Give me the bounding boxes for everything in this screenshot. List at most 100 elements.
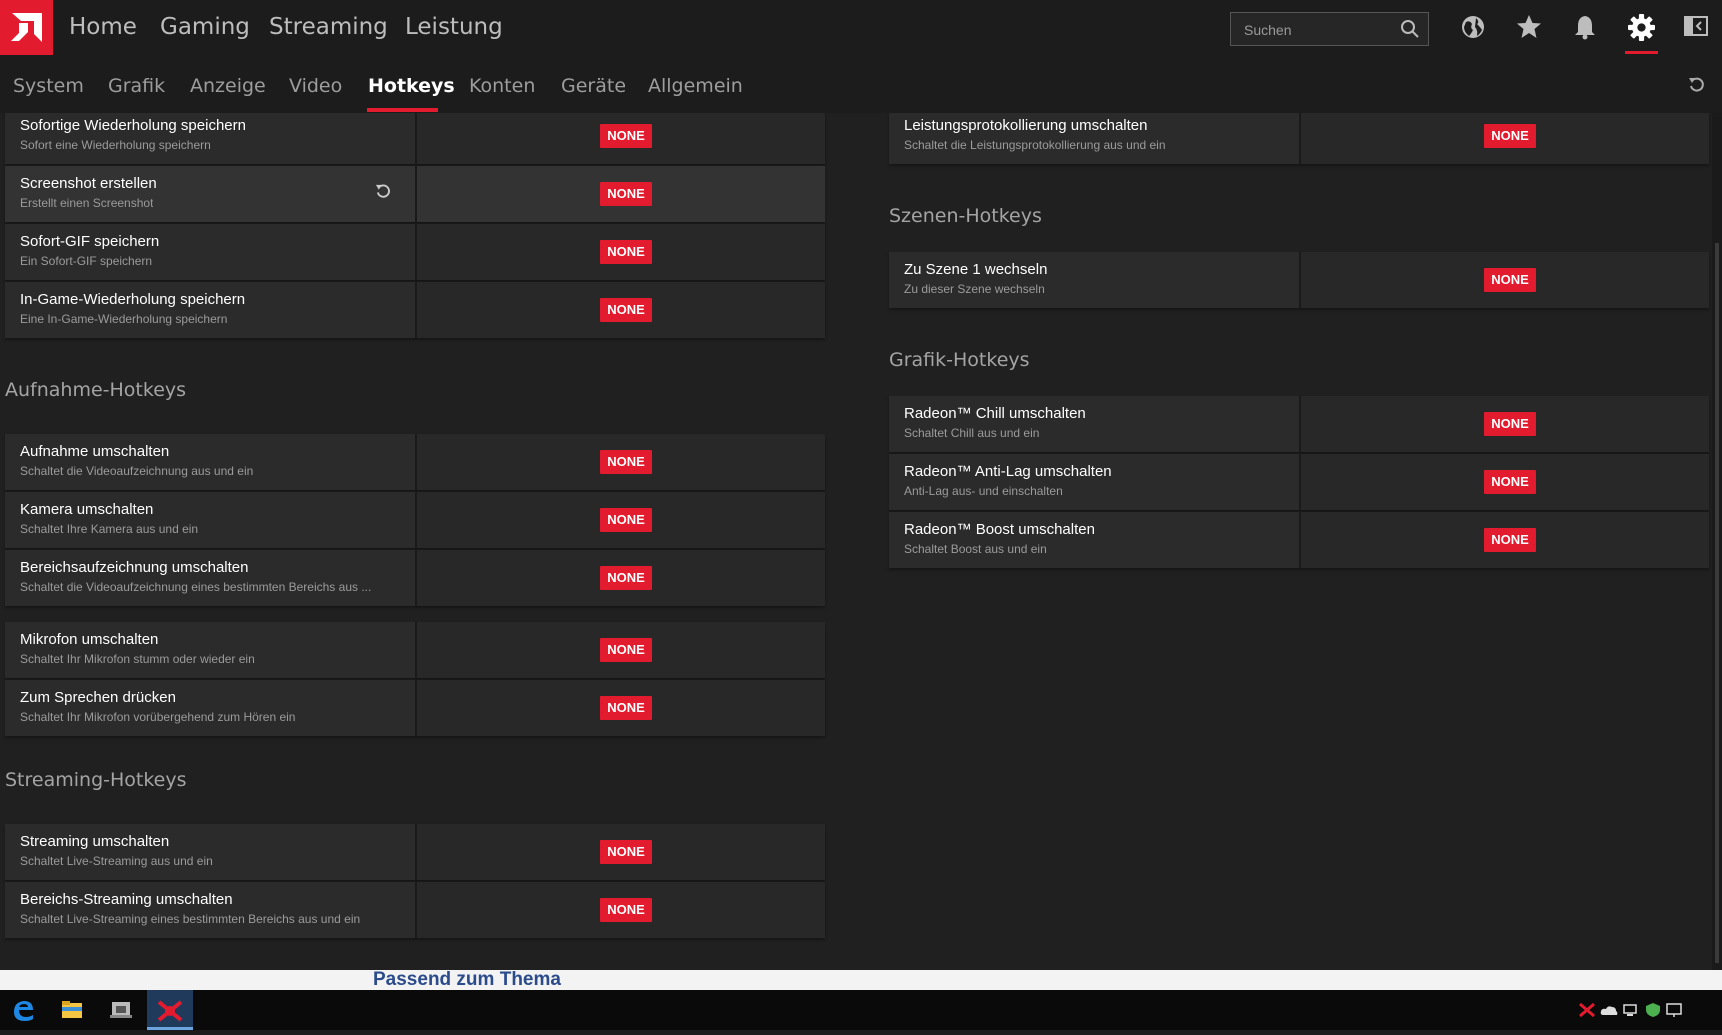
hotkey-value-badge[interactable]: NONE [600,566,652,590]
hotkey-title: Streaming umschalten [20,833,170,850]
hotkey-description: Schaltet die Leistungsprotokollierung au… [904,138,1166,152]
security-icon[interactable] [1644,1002,1662,1018]
onedrive-icon[interactable] [1600,1002,1618,1018]
gear-icon[interactable] [1628,14,1655,41]
tab-konten[interactable]: Konten [469,75,535,97]
network-icon[interactable] [1622,1002,1640,1018]
hotkey-description: Eine In-Game-Wiederholung speichern [20,312,228,326]
hotkey-value-badge[interactable]: NONE [600,124,652,148]
taskbar-app[interactable] [98,990,144,1030]
hotkey-description: Sofort eine Wiederholung speichern [20,138,211,152]
tray-radeon-icon[interactable] [1578,1002,1596,1018]
hotkey-value-badge[interactable]: NONE [600,840,652,864]
taskbar-explorer[interactable] [49,990,95,1030]
hotkey-title: Kamera umschalten [20,501,154,518]
hotkey-row[interactable]: Radeon™ Anti-Lag umschalten Anti-Lag aus-… [889,454,1709,510]
hotkey-title: Radeon™ Boost umschalten [904,521,1095,538]
amd-logo[interactable] [0,0,53,55]
hotkey-description: Zu dieser Szene wechseln [904,282,1045,296]
nav-home[interactable]: Home [69,14,137,40]
bell-icon[interactable] [1572,14,1598,40]
taskbar-edge[interactable] [0,990,46,1030]
hotkey-row[interactable]: Streaming umschalten Schaltet Live-Stream… [5,824,825,880]
hotkey-row[interactable]: In-Game-Wiederholung speichern Eine In-Ga… [5,282,825,338]
hotkeys-content: Sofortige Wiederholung speichern Sofort e… [0,113,1722,970]
search-icon[interactable] [1400,19,1420,39]
hotkey-description: Schaltet die Videoaufzeichnung eines bes… [20,580,372,594]
tab-allgemein[interactable]: Allgemein [648,75,743,97]
reset-all-icon[interactable] [1688,76,1706,94]
hotkey-value-badge[interactable]: NONE [600,898,652,922]
tab-system[interactable]: System [13,75,84,97]
hotkey-title: Radeon™ Anti-Lag umschalten [904,463,1112,480]
hotkey-row[interactable]: Leistungsprotokollierung umschalten Schal… [889,113,1709,164]
hotkey-description: Schaltet Ihr Mikrofon stumm oder wieder … [20,652,255,666]
hotkey-value-badge[interactable]: NONE [600,450,652,474]
hotkey-row[interactable]: Mikrofon umschalten Schaltet Ihr Mikrofon… [5,622,825,678]
hotkey-row[interactable]: Bereichsaufzeichnung umschalten Schaltet … [5,550,825,606]
tab-anzeige[interactable]: Anzeige [190,75,266,97]
monitor-icon[interactable] [1666,1002,1684,1018]
hotkey-description: Schaltet Chill aus und ein [904,426,1040,440]
hotkey-title: Aufnahme umschalten [20,443,170,460]
hotkey-title: Radeon™ Chill umschalten [904,405,1086,422]
tab-hotkeys[interactable]: Hotkeys [368,75,455,97]
top-navigation-bar: Home Gaming Streaming Leistung Suchen [0,0,1722,55]
hotkey-value-badge[interactable]: NONE [600,298,652,322]
tab-video[interactable]: Video [289,75,342,97]
active-tab-indicator [367,108,438,112]
hotkey-row[interactable]: Sofort-GIF speichern Ein Sofort-GIF speic… [5,224,825,280]
hotkey-row[interactable]: Screenshot erstellen Erstellt einen Scree… [5,166,825,222]
tab-geraete[interactable]: Geräte [561,75,626,97]
hotkey-value-badge[interactable]: NONE [600,240,652,264]
background-page-strip: Passend zum Thema [0,970,1722,990]
hotkey-value-badge[interactable]: NONE [1484,124,1536,148]
hotkey-title: Zu Szene 1 wechseln [904,261,1048,278]
sidebar-toggle-icon[interactable] [1684,14,1708,38]
star-icon[interactable] [1516,14,1542,40]
hotkey-row[interactable]: Zum Sprechen drücken Schaltet Ihr Mikrofo… [5,680,825,736]
hotkey-title: In-Game-Wiederholung speichern [20,291,246,308]
hotkey-value-badge[interactable]: NONE [600,696,652,720]
hotkey-description: Ein Sofort-GIF speichern [20,254,153,268]
hotkey-row[interactable]: Bereichs-Streaming umschalten Schaltet Li… [5,882,825,938]
hotkey-title: Bereichsaufzeichnung umschalten [20,559,249,576]
nav-gaming[interactable]: Gaming [160,14,250,40]
hotkey-description: Schaltet Ihre Kamera aus und ein [20,522,199,536]
background-link[interactable]: Passend zum Thema [373,970,561,990]
reset-icon[interactable] [375,183,392,200]
hotkey-row[interactable]: Zu Szene 1 wechseln Zu dieser Szene wechs… [889,252,1709,308]
hotkey-description: Erstellt einen Screenshot [20,196,154,210]
nav-streaming[interactable]: Streaming [269,14,388,40]
scrollbar[interactable] [1712,113,1722,970]
hotkey-value-badge[interactable]: NONE [1484,470,1536,494]
section-title-grafik: Grafik-Hotkeys [889,349,1030,371]
hotkey-row[interactable]: Radeon™ Boost umschalten Schaltet Boost a… [889,512,1709,568]
hotkey-value-badge[interactable]: NONE [1484,528,1536,552]
hotkey-row[interactable]: Sofortige Wiederholung speichern Sofort e… [5,113,825,164]
taskbar-radeon[interactable] [147,990,193,1030]
edge-icon [14,1001,33,1021]
hotkey-title: Sofortige Wiederholung speichern [20,117,246,134]
folder-icon [62,1001,82,1018]
scrollbar-thumb[interactable] [1715,243,1719,963]
hotkey-value-badge[interactable]: NONE [600,508,652,532]
section-title-szenen: Szenen-Hotkeys [889,205,1042,227]
nav-leistung[interactable]: Leistung [405,14,503,40]
hotkey-row[interactable]: Aufnahme umschalten Schaltet die Videoauf… [5,434,825,490]
hotkey-value-badge[interactable]: NONE [600,638,652,662]
hotkey-row[interactable]: Kamera umschalten Schaltet Ihre Kamera au… [5,492,825,548]
hotkey-row[interactable]: Radeon™ Chill umschalten Schaltet Chill a… [889,396,1709,452]
hotkey-title: Mikrofon umschalten [20,631,159,648]
hotkey-value-badge[interactable]: NONE [600,182,652,206]
app-icon [110,1002,132,1018]
tab-grafik[interactable]: Grafik [108,75,165,97]
settings-active-indicator [1625,51,1658,54]
hotkey-description: Schaltet Ihr Mikrofon vorübergehend zum … [20,710,296,724]
radeon-icon [157,1000,183,1022]
hotkey-value-badge[interactable]: NONE [1484,412,1536,436]
search-input[interactable]: Suchen [1230,12,1429,46]
hotkey-description: Schaltet Boost aus und ein [904,542,1047,556]
globe-icon[interactable] [1460,14,1486,40]
hotkey-value-badge[interactable]: NONE [1484,268,1536,292]
